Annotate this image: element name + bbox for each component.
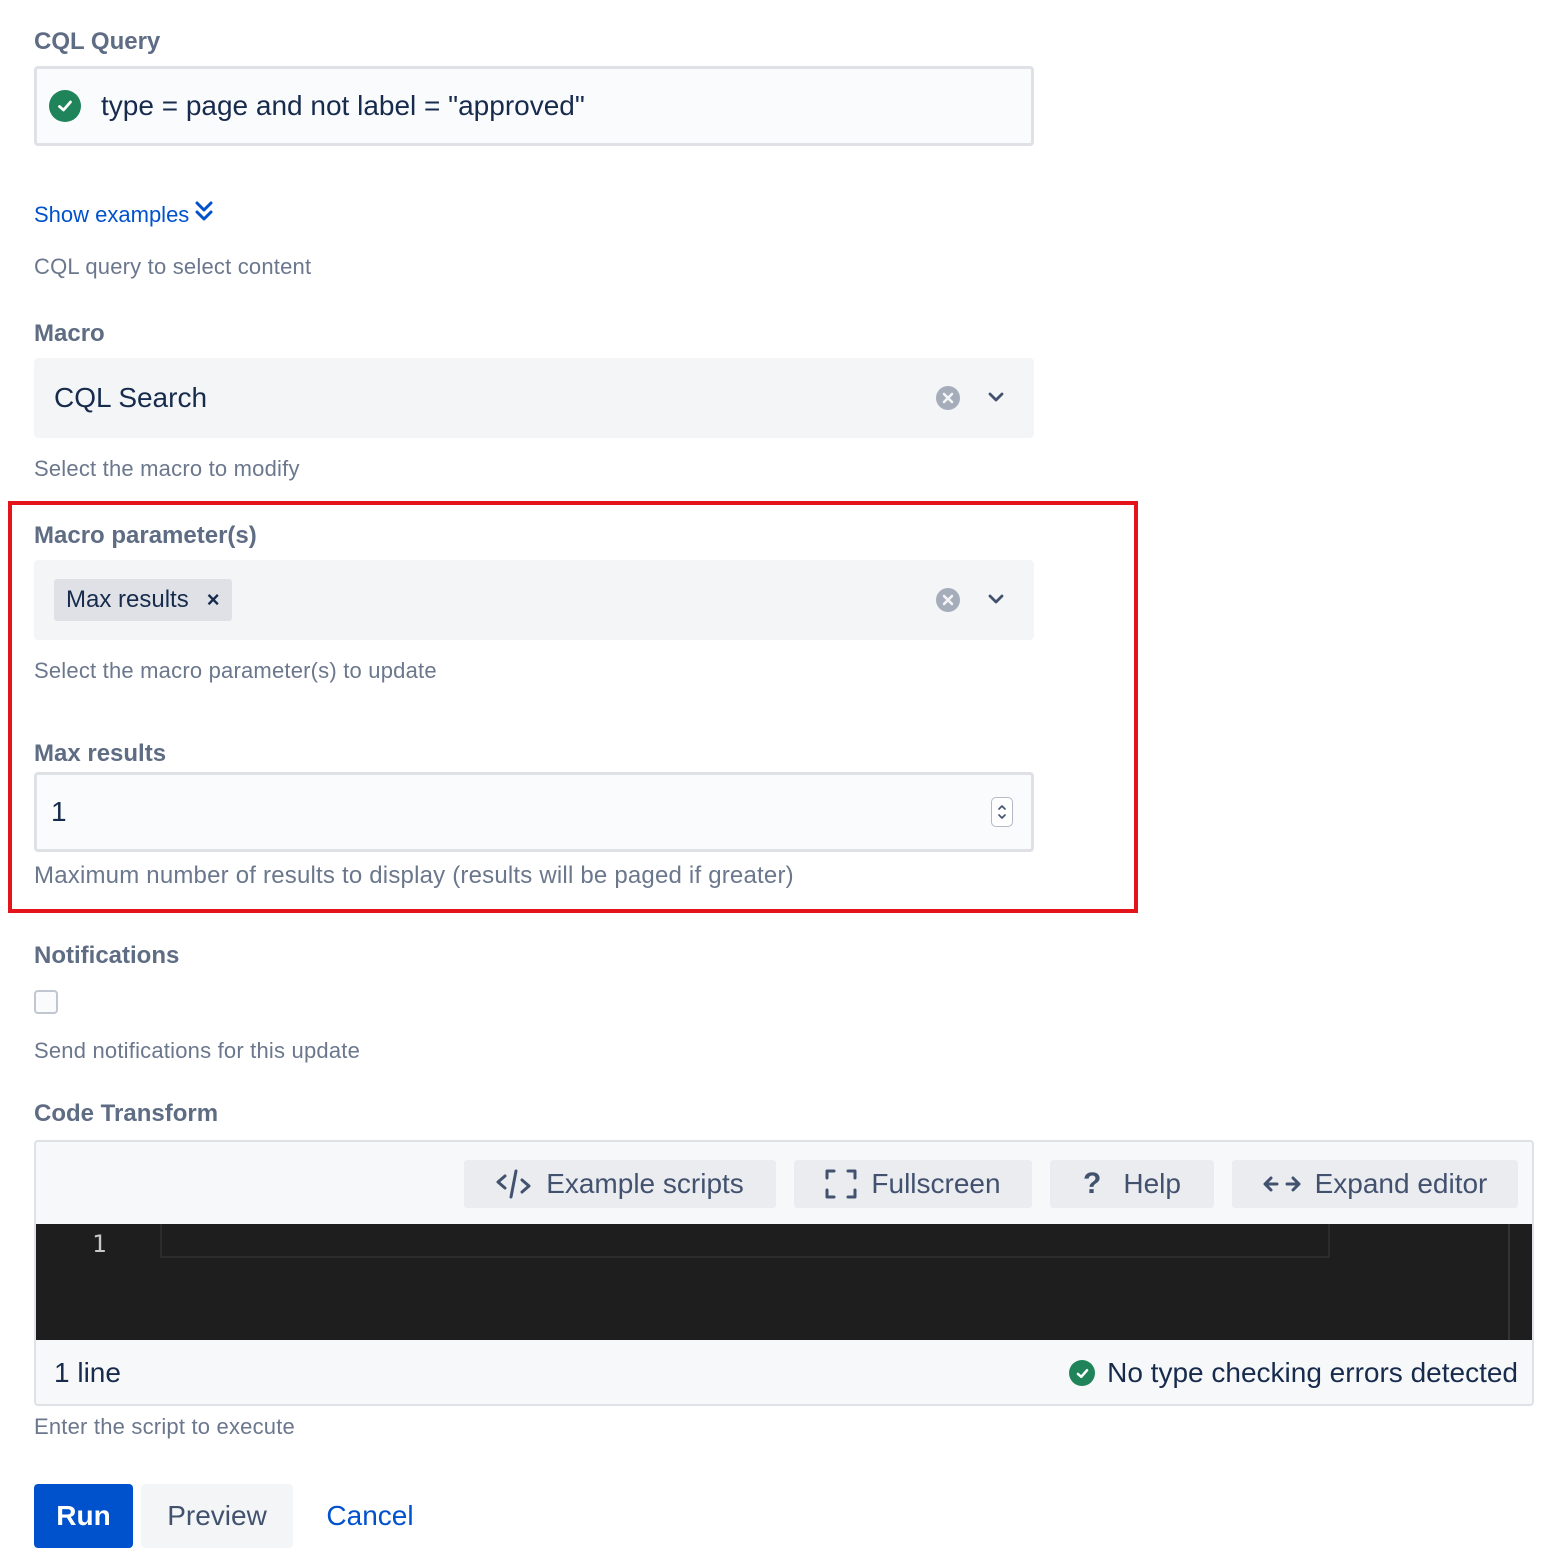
- example-scripts-label: Example scripts: [546, 1168, 744, 1199]
- cancel-button[interactable]: Cancel: [305, 1484, 435, 1548]
- chevron-down-icon[interactable]: [988, 592, 1004, 611]
- number-stepper-icon[interactable]: [991, 797, 1013, 827]
- notifications-help-text: Send notifications for this update: [34, 1038, 361, 1063]
- cql-query-input[interactable]: type = page and not label = "approved": [34, 66, 1034, 146]
- cql-query-label: CQL Query: [34, 28, 161, 55]
- fullscreen-label: Fullscreen: [871, 1168, 1001, 1199]
- code-transform-help-text: Enter the script to execute: [34, 1414, 295, 1439]
- chip-label: Max results: [66, 586, 189, 613]
- max-results-help-text: Maximum number of results to display (re…: [34, 862, 794, 889]
- expand-horizontal-icon: [1263, 1174, 1301, 1194]
- expand-editor-label: Expand editor: [1314, 1168, 1488, 1199]
- macro-label: Macro: [34, 320, 105, 347]
- example-scripts-button[interactable]: Example scripts: [464, 1160, 776, 1208]
- notifications-checkbox[interactable]: [34, 990, 58, 1014]
- line-number: 1: [92, 1230, 107, 1258]
- macro-help-text: Select the macro to modify: [34, 456, 300, 481]
- code-editor-panel: Example scripts Fullscreen ? Help Expand…: [34, 1140, 1534, 1406]
- fullscreen-button[interactable]: Fullscreen: [794, 1160, 1032, 1208]
- max-results-input[interactable]: 1: [34, 772, 1034, 852]
- editor-scrollbar[interactable]: [1508, 1224, 1510, 1340]
- help-button[interactable]: ? Help: [1050, 1160, 1214, 1208]
- max-results-label: Max results: [34, 740, 167, 767]
- check-circle-icon: [49, 90, 81, 122]
- fullscreen-icon: [825, 1168, 857, 1200]
- code-transform-label: Code Transform: [34, 1100, 219, 1127]
- check-circle-icon: [1069, 1360, 1096, 1386]
- macro-select-value: CQL Search: [54, 382, 208, 413]
- show-examples-link[interactable]: Show examples: [34, 200, 213, 230]
- macro-params-label: Macro parameter(s): [34, 522, 257, 549]
- notifications-label: Notifications: [34, 942, 180, 969]
- clear-icon[interactable]: [936, 588, 960, 617]
- type-check-status-text: No type checking errors detected: [1107, 1357, 1518, 1388]
- editor-status-bar: 1 line No type checking errors detected: [36, 1340, 1532, 1404]
- max-results-value: 1: [51, 796, 67, 827]
- chip-remove-icon[interactable]: ×: [207, 587, 220, 613]
- preview-button[interactable]: Preview: [141, 1484, 293, 1548]
- current-line-highlight: [160, 1224, 1330, 1258]
- expand-editor-button[interactable]: Expand editor: [1232, 1160, 1518, 1208]
- double-chevron-down-icon: [189, 200, 213, 230]
- code-icon: [496, 1168, 532, 1200]
- macro-params-help-text: Select the macro parameter(s) to update: [34, 658, 437, 683]
- help-label: Help: [1123, 1168, 1181, 1199]
- macro-select[interactable]: CQL Search: [34, 358, 1034, 438]
- type-check-status: No type checking errors detected: [1069, 1357, 1518, 1389]
- macro-params-select[interactable]: Max results ×: [34, 560, 1034, 640]
- chevron-down-icon[interactable]: [988, 390, 1004, 409]
- selected-param-chip: Max results ×: [54, 579, 232, 621]
- line-count: 1 line: [54, 1357, 121, 1388]
- clear-icon[interactable]: [936, 386, 960, 415]
- code-editor[interactable]: 1: [36, 1224, 1532, 1340]
- run-button[interactable]: Run: [34, 1484, 133, 1548]
- cql-query-value: type = page and not label = "approved": [101, 90, 585, 121]
- question-icon: ?: [1083, 1167, 1102, 1200]
- show-examples-label: Show examples: [34, 202, 190, 227]
- cql-help-text: CQL query to select content: [34, 254, 312, 279]
